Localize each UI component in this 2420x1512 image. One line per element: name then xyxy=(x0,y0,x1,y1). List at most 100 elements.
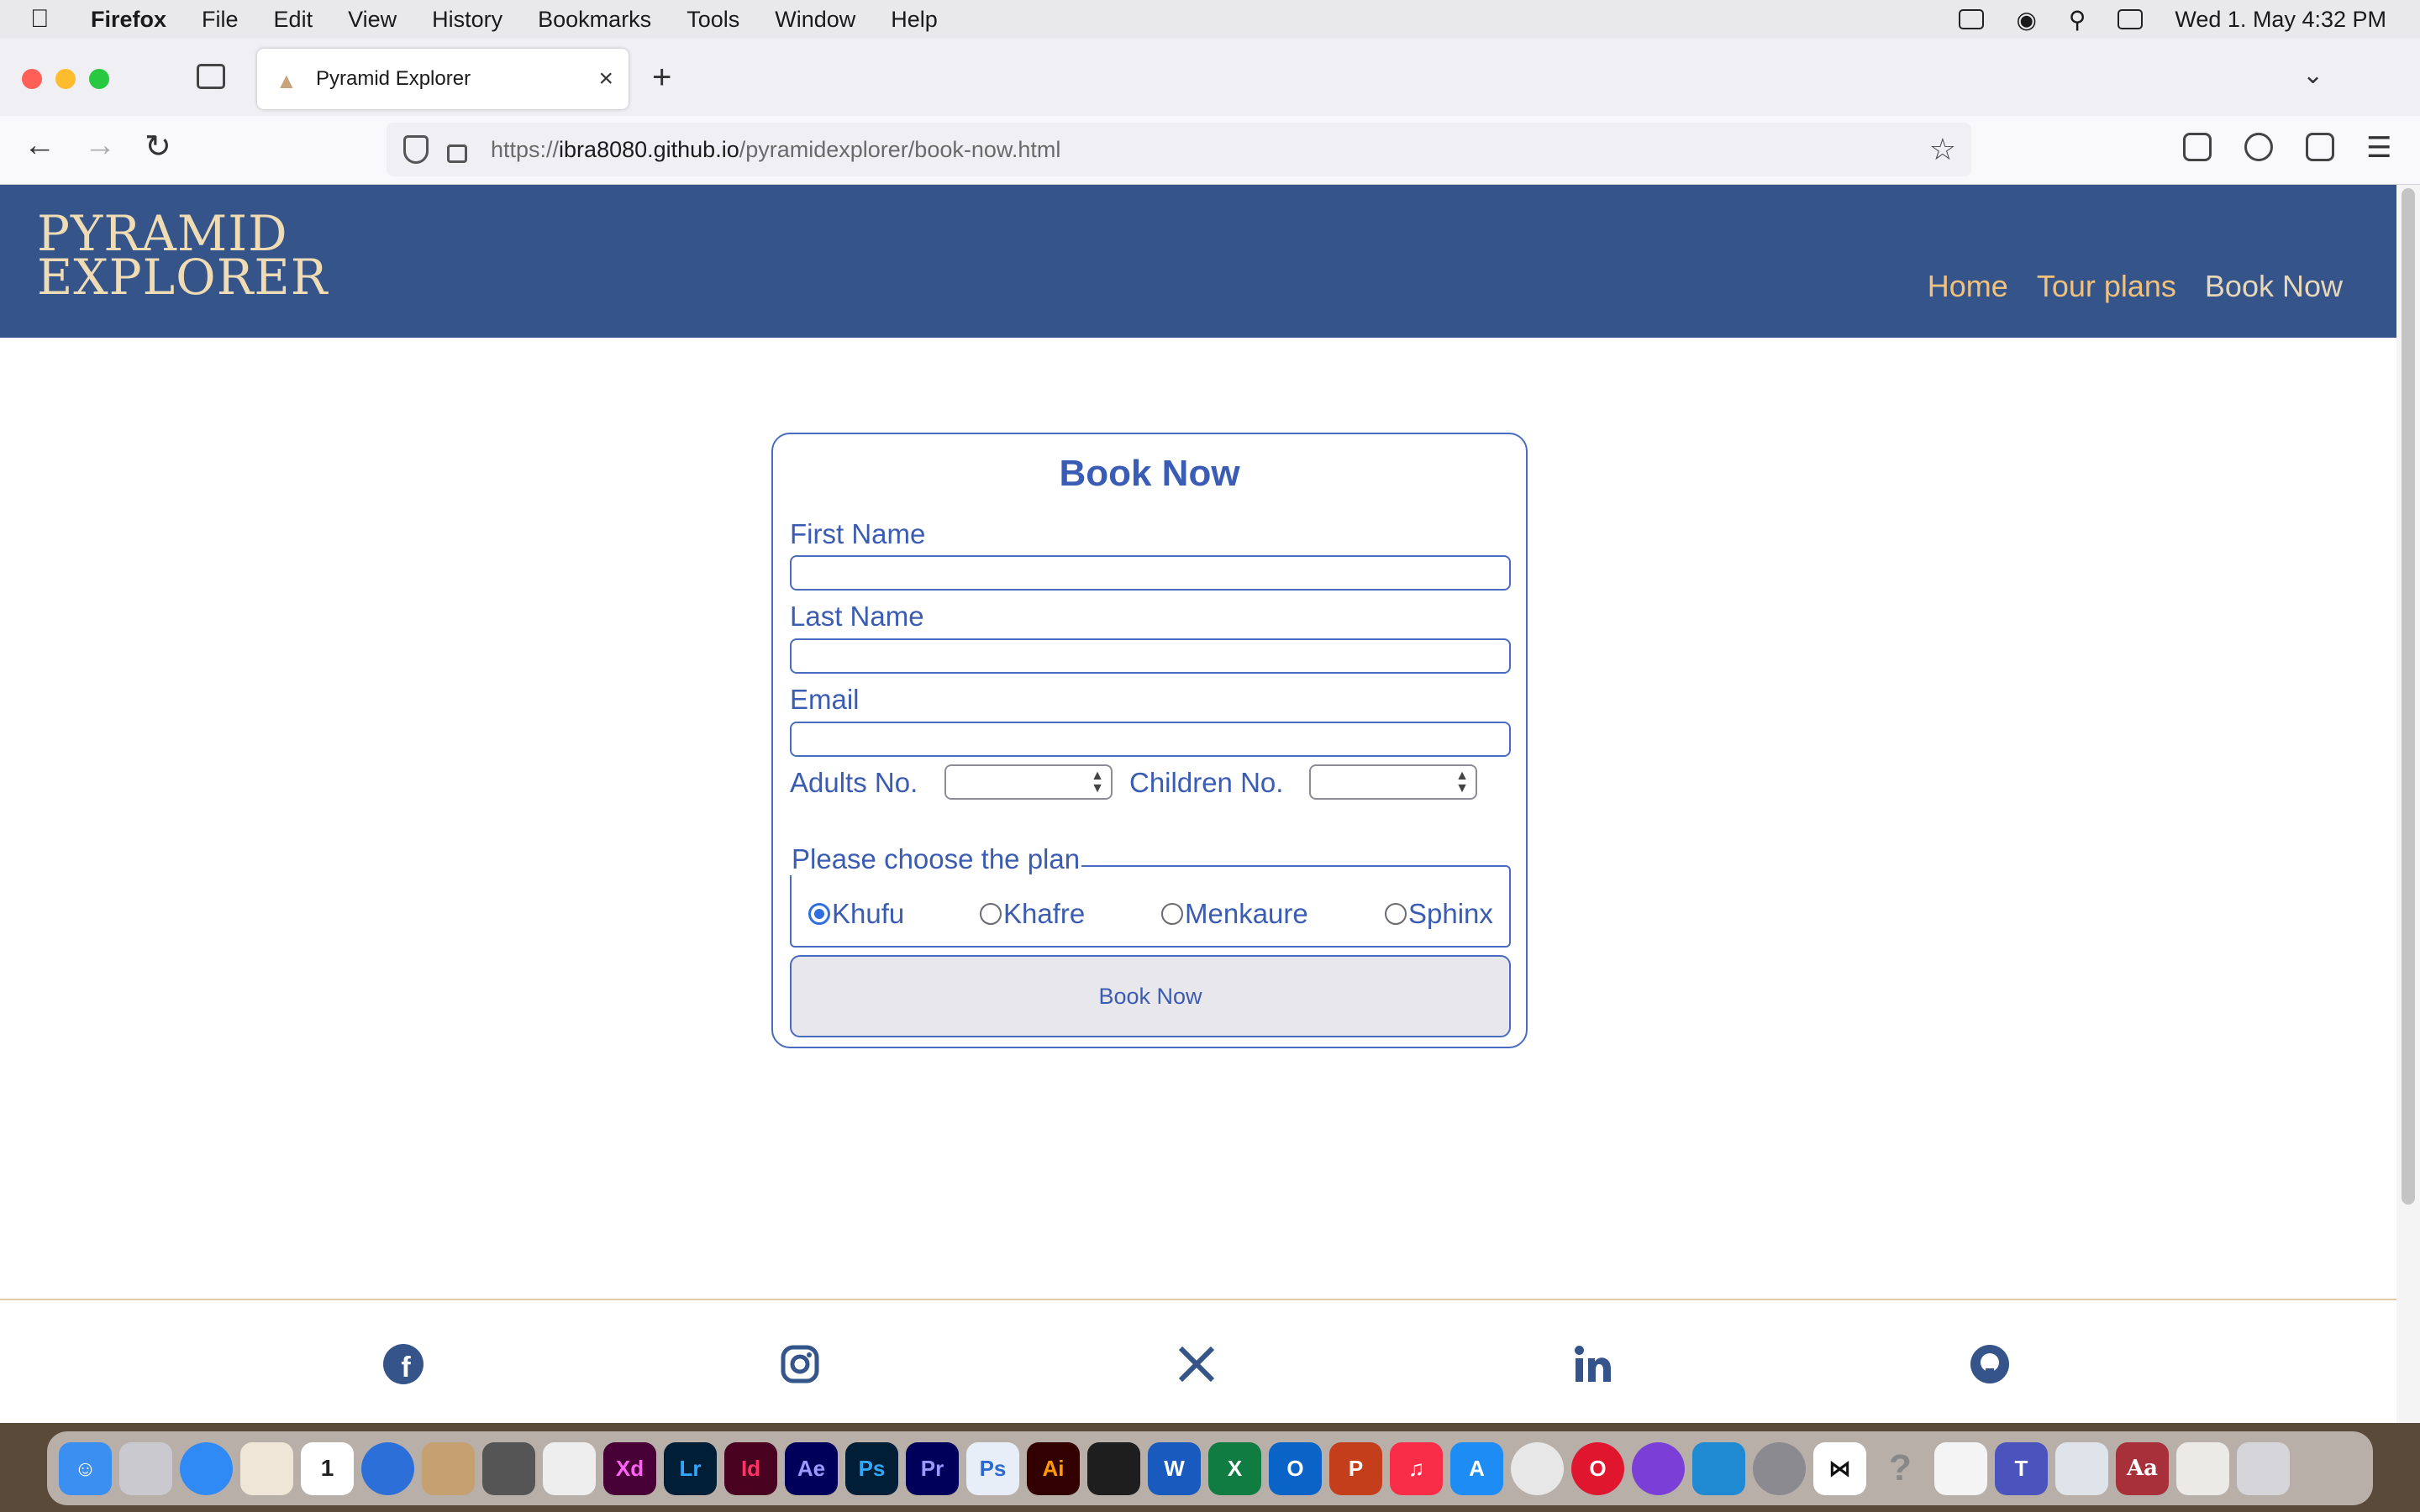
radio-button[interactable] xyxy=(1161,903,1183,925)
calendar-icon[interactable]: 1 xyxy=(301,1441,354,1495)
excel-icon[interactable]: X xyxy=(1208,1441,1261,1495)
preview-icon[interactable] xyxy=(2055,1441,2108,1495)
tracking-shield-icon[interactable] xyxy=(403,135,429,164)
music-icon[interactable]: ♫ xyxy=(1390,1441,1443,1495)
menu-app-name[interactable]: Firefox xyxy=(91,7,166,33)
photoshop-express-icon[interactable]: Ps xyxy=(966,1441,1019,1495)
menu-window[interactable]: Window xyxy=(775,7,855,33)
email-input[interactable] xyxy=(790,722,1511,757)
nav-book-now[interactable]: Book Now xyxy=(2205,269,2343,304)
firefox-icon[interactable] xyxy=(1632,1441,1685,1495)
menu-file[interactable]: File xyxy=(202,7,239,33)
calculator-icon[interactable] xyxy=(482,1441,535,1495)
capcut-icon[interactable]: ⋈ xyxy=(1813,1441,1866,1495)
reload-icon[interactable]: ↻ xyxy=(145,128,171,165)
menu-view[interactable]: View xyxy=(348,7,397,33)
menu-bookmarks[interactable]: Bookmarks xyxy=(538,7,651,33)
word-icon[interactable]: W xyxy=(1148,1441,1201,1495)
account-icon[interactable] xyxy=(2244,133,2273,161)
search-icon[interactable]: ⚲ xyxy=(2069,6,2086,34)
photos-icon[interactable] xyxy=(240,1441,293,1495)
after-effects-icon[interactable]: Ae xyxy=(785,1441,838,1495)
safari-icon[interactable] xyxy=(180,1441,233,1495)
apple-icon[interactable]:  xyxy=(30,5,69,34)
powerpoint-icon[interactable]: P xyxy=(1329,1441,1382,1495)
bookmark-star-icon[interactable]: ☆ xyxy=(1929,132,1956,167)
url-text[interactable]: https://ibra8080.github.io/pyramidexplor… xyxy=(491,137,1060,163)
page-scrollbar[interactable] xyxy=(2396,185,2420,1423)
firefox-view-icon[interactable] xyxy=(197,64,225,89)
trash-icon[interactable] xyxy=(2237,1441,2290,1495)
menu-edit[interactable]: Edit xyxy=(274,7,313,33)
plan-radio-khufu[interactable]: Khufu xyxy=(808,898,904,930)
children-number-input[interactable]: ▲ ▼ xyxy=(1309,764,1477,800)
freeform-icon[interactable] xyxy=(1934,1441,1987,1495)
radio-button-checked[interactable] xyxy=(808,903,830,925)
illustrator-icon[interactable]: Ai xyxy=(1027,1441,1080,1495)
battery-icon[interactable] xyxy=(1959,9,1985,29)
chrome-icon[interactable] xyxy=(1511,1441,1564,1495)
nav-home[interactable]: Home xyxy=(1928,269,2008,304)
photoshop-icon[interactable]: Ps xyxy=(845,1441,898,1495)
contacts-icon[interactable] xyxy=(422,1441,475,1495)
facebook-icon[interactable]: f xyxy=(381,1342,425,1386)
close-window-button[interactable] xyxy=(22,69,42,89)
menu-help[interactable]: Help xyxy=(891,7,938,33)
spinner-arrows-icon[interactable]: ▲ ▼ xyxy=(1091,769,1104,795)
adults-number-input[interactable]: ▲ ▼ xyxy=(944,764,1113,800)
menu-tools[interactable]: Tools xyxy=(687,7,739,33)
teams-icon[interactable]: T xyxy=(1995,1441,2048,1495)
app-store-icon[interactable]: A xyxy=(1450,1441,1503,1495)
launchpad-icon[interactable] xyxy=(119,1441,172,1495)
nav-tour-plans[interactable]: Tour plans xyxy=(2037,269,2176,304)
vscode-icon[interactable] xyxy=(1692,1441,1745,1495)
menu-icon[interactable]: ☰ xyxy=(2366,131,2391,165)
plan-radio-menkaure[interactable]: Menkaure xyxy=(1161,898,1308,930)
menu-history[interactable]: History xyxy=(432,7,502,33)
site-logo[interactable]: PYRAMID EXPLORER xyxy=(37,209,328,302)
radio-button[interactable] xyxy=(980,903,1002,925)
radio-button[interactable] xyxy=(1385,903,1407,925)
spinner-arrows-icon[interactable]: ▲ ▼ xyxy=(1455,769,1469,795)
url-bar[interactable]: https://ibra8080.github.io/pyramidexplor… xyxy=(387,123,1971,176)
plan-label: Khafre xyxy=(1003,898,1086,929)
book-now-button[interactable]: Book Now xyxy=(790,955,1511,1037)
pocket-icon[interactable] xyxy=(2183,133,2212,161)
first-name-input[interactable] xyxy=(790,555,1511,591)
x-icon[interactable] xyxy=(1175,1342,1218,1386)
minimize-window-button[interactable] xyxy=(55,69,76,89)
opera-icon[interactable]: O xyxy=(1571,1441,1624,1495)
instagram-icon[interactable] xyxy=(778,1342,822,1386)
thunderbird-icon[interactable] xyxy=(361,1441,414,1495)
github-icon[interactable] xyxy=(1968,1342,2012,1386)
last-name-input[interactable] xyxy=(790,638,1511,674)
indesign-icon[interactable]: Id xyxy=(724,1441,777,1495)
system-settings-icon[interactable] xyxy=(1753,1441,1806,1495)
zoom-window-button[interactable] xyxy=(89,69,109,89)
plan-radio-khafre[interactable]: Khafre xyxy=(980,898,1085,930)
extensions-icon[interactable] xyxy=(2306,133,2334,161)
adobe-xd-icon[interactable]: Xd xyxy=(603,1441,656,1495)
help-icon[interactable]: ? xyxy=(1874,1442,1927,1495)
premiere-icon[interactable]: Pr xyxy=(906,1441,959,1495)
documents-folder-icon[interactable] xyxy=(2176,1441,2229,1495)
lock-icon[interactable] xyxy=(447,144,467,163)
new-tab-icon[interactable]: + xyxy=(652,59,671,97)
plan-radio-sphinx[interactable]: Sphinx xyxy=(1385,898,1493,930)
linkedin-icon[interactable] xyxy=(1571,1342,1615,1386)
back-icon[interactable]: ← xyxy=(24,128,55,164)
menubar-clock[interactable]: Wed 1. May 4:32 PM xyxy=(2175,7,2386,33)
finder-icon[interactable]: ☺ xyxy=(59,1441,112,1495)
scrollbar-thumb[interactable] xyxy=(2402,188,2415,1205)
dictionary-icon[interactable]: Aa xyxy=(2116,1441,2169,1495)
wifi-icon[interactable]: ◉ xyxy=(2016,6,2036,34)
close-tab-icon[interactable]: × xyxy=(598,65,613,93)
control-center-icon[interactable] xyxy=(2118,9,2144,29)
forward-icon[interactable]: → xyxy=(84,128,116,164)
browser-tab[interactable]: ▲ Pyramid Explorer × xyxy=(257,49,629,109)
textedit-icon[interactable] xyxy=(543,1441,596,1495)
outlook-icon[interactable]: O xyxy=(1269,1441,1322,1495)
chevron-down-icon[interactable]: ⌄ xyxy=(2302,60,2323,90)
figma-icon[interactable] xyxy=(1087,1441,1140,1495)
lightroom-icon[interactable]: Lr xyxy=(664,1441,717,1495)
